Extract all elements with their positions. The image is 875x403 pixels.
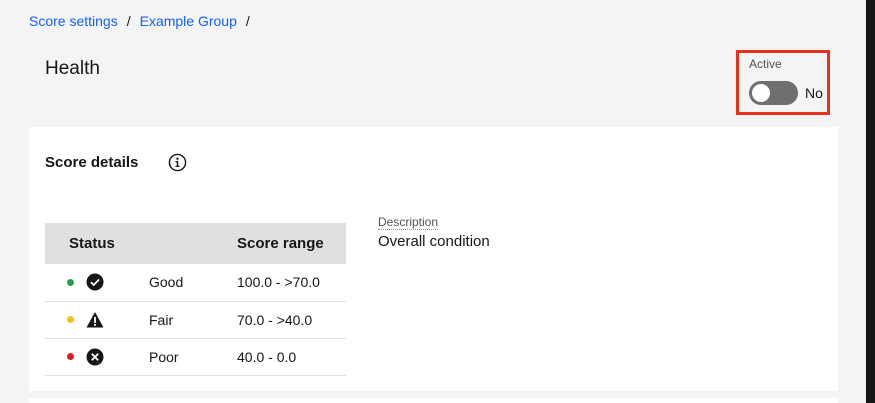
score-range-value: 40.0 - 0.0: [237, 338, 346, 376]
table-row: Fair 70.0 - >40.0: [45, 301, 346, 339]
checkmark-filled-icon: [86, 273, 104, 291]
breadcrumb: Score settings / Example Group /: [29, 13, 259, 29]
window-edge: [866, 0, 875, 403]
status-label: Poor: [133, 338, 237, 376]
active-toggle-switch[interactable]: [749, 81, 798, 105]
info-icon[interactable]: [168, 153, 187, 172]
poor-status-dot: [67, 353, 74, 360]
score-range-table: Status Score range Good 100.0 - >70.0 Fa…: [45, 223, 346, 376]
status-icons-cell: [45, 301, 133, 339]
score-range-value: 100.0 - >70.0: [237, 264, 346, 302]
toggle-knob: [752, 84, 770, 102]
error-filled-icon: [86, 348, 104, 366]
breadcrumb-separator: /: [245, 13, 250, 29]
active-toggle-label: Active: [749, 57, 782, 71]
column-header-status: Status: [45, 223, 237, 264]
status-icons-cell: [45, 338, 133, 376]
score-details-card: Score details Status Score range Good 10…: [29, 127, 838, 391]
breadcrumb-score-settings[interactable]: Score settings: [29, 13, 118, 29]
score-range-value: 70.0 - >40.0: [237, 301, 346, 339]
warning-filled-icon: [86, 311, 104, 329]
fair-status-dot: [67, 316, 74, 323]
breadcrumb-example-group[interactable]: Example Group: [140, 13, 237, 29]
status-icons-cell: [45, 264, 133, 302]
table-header-row: Status Score range: [45, 223, 346, 264]
active-toggle-state: No: [805, 85, 823, 101]
table-row: Good 100.0 - >70.0: [45, 264, 346, 302]
description-value: Overall condition: [378, 233, 490, 250]
active-toggle-group: Active No: [736, 50, 830, 115]
good-status-dot: [67, 278, 74, 286]
status-label: Fair: [133, 301, 237, 339]
column-header-score-range: Score range: [237, 223, 346, 264]
status-label: Good: [133, 264, 237, 302]
score-details-title: Score details: [45, 154, 139, 171]
breadcrumb-separator: /: [126, 13, 131, 29]
page-title: Health: [45, 58, 100, 79]
next-card: [29, 398, 838, 403]
description-label: Description: [378, 215, 439, 230]
table-row: Poor 40.0 - 0.0: [45, 338, 346, 376]
